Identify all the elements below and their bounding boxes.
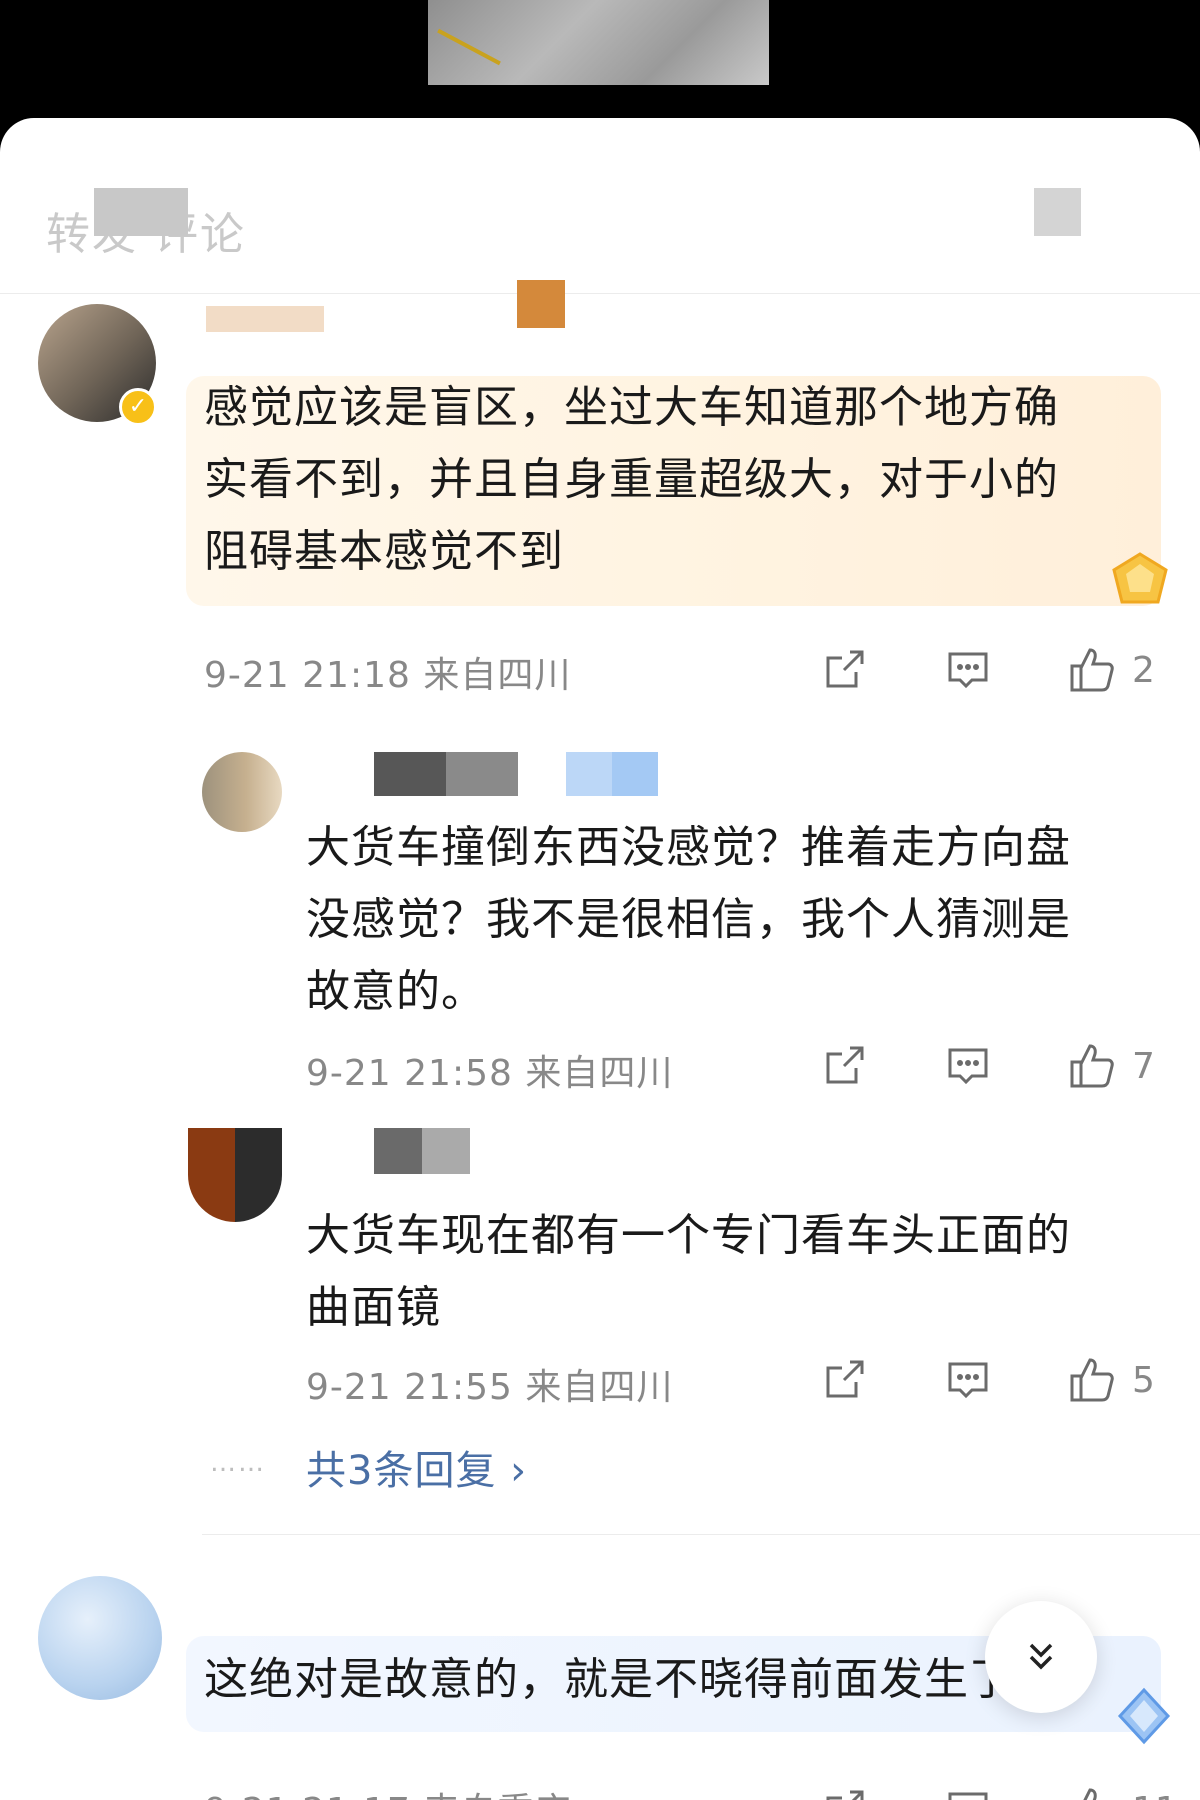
comment-text: 感觉应该是盲区，坐过大车知道那个地方确 实看不到，并且自身重量超级大，对于小的 … xyxy=(204,372,1154,588)
media-thumbnail[interactable] xyxy=(428,0,769,85)
share-icon xyxy=(826,1360,864,1398)
like-count: 7 xyxy=(1132,1045,1155,1087)
comments-header: 转发 评论 xyxy=(0,118,1200,294)
share-button[interactable] xyxy=(820,1038,868,1094)
like-count: 11 xyxy=(1132,1790,1178,1800)
blurred-badge xyxy=(517,280,565,328)
reply-line: 曲面镜 xyxy=(306,1282,441,1333)
view-more-replies-link[interactable]: 共3条回复 › xyxy=(306,1438,527,1496)
comment-meta: 9-21 21:17 来自重庆 xyxy=(204,1782,571,1800)
reply-actions: 7 xyxy=(820,1038,1160,1098)
share-icon xyxy=(826,650,864,688)
comment-icon xyxy=(948,1048,988,1085)
blurred-username xyxy=(374,1128,470,1174)
share-icon xyxy=(826,1790,864,1800)
comment-actions: 11 xyxy=(820,1782,1178,1800)
verified-badge-icon: ✓ xyxy=(119,388,157,426)
reply-button[interactable] xyxy=(944,1038,992,1094)
avatar[interactable] xyxy=(38,1576,162,1700)
like-count: 2 xyxy=(1132,649,1155,691)
blurred-control[interactable] xyxy=(1034,188,1081,236)
blurred-badge xyxy=(566,752,658,796)
blurred-username xyxy=(374,752,518,796)
share-button[interactable] xyxy=(820,642,868,698)
reply-text: 大货车撞倒东西没感觉？推着走方向盘 没感觉？我不是很相信，我个人猜测是 故意的。 xyxy=(306,812,1176,1028)
comment-line: 感觉应该是盲区，坐过大车知道那个地方确 xyxy=(204,382,1059,433)
thumbs-up-icon xyxy=(1070,1358,1114,1402)
reply-line: 大货车现在都有一个专门看车头正面的 xyxy=(306,1210,1071,1261)
reply-actions: 5 xyxy=(820,1352,1160,1412)
scroll-down-button[interactable] xyxy=(985,1601,1097,1713)
blurred-tab xyxy=(94,188,188,236)
reply-line: 大货车撞倒东西没感觉？推着走方向盘 xyxy=(306,822,1071,873)
share-icon xyxy=(826,1046,864,1084)
gem-badge-icon xyxy=(1112,552,1168,604)
avatar[interactable] xyxy=(188,1128,282,1222)
thumbs-up-icon xyxy=(1083,1788,1097,1800)
reply-line: 没感觉？我不是很相信，我个人猜测是 xyxy=(306,894,1071,945)
comment-icon xyxy=(948,652,988,689)
thumbs-up-icon xyxy=(1070,648,1114,692)
share-button[interactable] xyxy=(820,1352,868,1408)
like-button[interactable]: 5 xyxy=(1066,1352,1155,1408)
reply-button[interactable] xyxy=(944,642,992,698)
reply-meta: 9-21 21:55 来自四川 xyxy=(306,1367,674,1408)
double-chevron-down-icon xyxy=(1029,1643,1053,1670)
comments-sheet: 转发 评论 ✓ 感觉应该是盲区，坐过大车知道那个地方确 实看不到，并且自身重量超… xyxy=(0,118,1200,1800)
like-button[interactable]: 7 xyxy=(1066,1038,1155,1094)
thumbs-up-icon xyxy=(1070,1044,1114,1088)
comment-line: 阻碍基本感觉不到 xyxy=(204,526,564,577)
like-button[interactable]: 11 xyxy=(1066,1782,1178,1800)
reply-text: 大货车现在都有一个专门看车头正面的 曲面镜 xyxy=(306,1200,1176,1344)
reply-button[interactable] xyxy=(944,1782,992,1800)
comment-icon xyxy=(948,1792,988,1800)
reply-line: 故意的。 xyxy=(306,966,486,1017)
like-count: 5 xyxy=(1132,1359,1155,1401)
comment-icon xyxy=(948,1362,988,1399)
like-button[interactable]: 2 xyxy=(1066,642,1155,698)
comment-meta: 9-21 21:18 来自四川 xyxy=(204,655,572,696)
comment-line: 实看不到，并且自身重量超级大，对于小的 xyxy=(204,454,1059,505)
avatar[interactable] xyxy=(202,752,282,832)
media-strip xyxy=(0,0,1200,120)
share-button[interactable] xyxy=(820,1782,868,1800)
reply-meta: 9-21 21:58 来自四川 xyxy=(306,1053,674,1094)
reply-button[interactable] xyxy=(944,1352,992,1408)
blurred-username xyxy=(206,306,324,332)
thread-dots: …… xyxy=(210,1448,266,1478)
gem-badge-icon xyxy=(1117,1687,1171,1745)
comment-actions: 2 xyxy=(820,642,1160,702)
comment-divider xyxy=(202,1534,1200,1535)
